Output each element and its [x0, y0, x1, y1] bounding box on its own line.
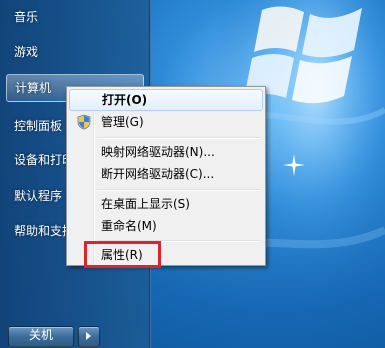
- context-item-show-on-desktop[interactable]: 在桌面上显示(S): [69, 193, 263, 215]
- context-item-manage[interactable]: 管理(G): [69, 111, 263, 133]
- start-item-games[interactable]: 游戏: [6, 38, 144, 66]
- shutdown-button[interactable]: 关机: [8, 326, 74, 347]
- start-item-music[interactable]: 音乐: [6, 3, 144, 31]
- context-item-manage-label: 管理(G): [101, 115, 144, 129]
- context-item-disconnect-drive[interactable]: 断开网络驱动器(C)...: [69, 163, 263, 185]
- sparkle-icon: [283, 154, 305, 176]
- context-item-map-drive[interactable]: 映射网络驱动器(N)...: [69, 141, 263, 163]
- shutdown-options-button[interactable]: [78, 326, 100, 347]
- shutdown-arrow-icon: [86, 332, 91, 340]
- menu-separator: [97, 137, 261, 139]
- shield-icon: [77, 114, 91, 130]
- context-menu: 打开(O) 管理(G) 映射网络驱动器(N)... 断开网络驱动器(C)... …: [66, 86, 266, 266]
- properties-highlight-box: [84, 241, 161, 268]
- menu-separator: [97, 189, 261, 191]
- context-item-open[interactable]: 打开(O): [69, 89, 263, 111]
- context-item-rename[interactable]: 重命名(M): [69, 215, 263, 237]
